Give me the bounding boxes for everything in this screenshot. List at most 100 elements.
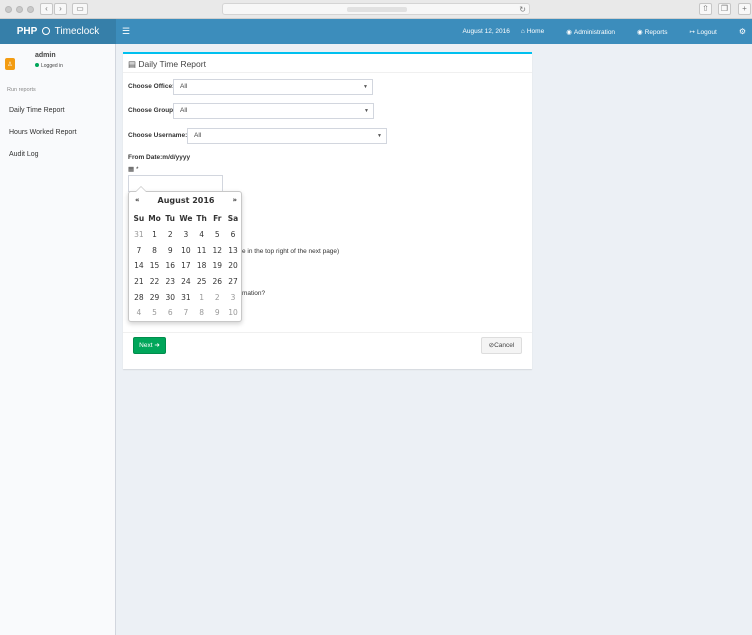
close-window-dot[interactable] bbox=[5, 6, 12, 13]
day-cell[interactable]: 7 bbox=[178, 308, 194, 317]
day-cell[interactable]: 27 bbox=[225, 277, 241, 286]
day-cell[interactable]: 18 bbox=[194, 261, 210, 270]
chevron-down-icon: ▼ bbox=[377, 133, 382, 139]
calendar-icon: ▦ bbox=[128, 166, 135, 173]
reload-icon[interactable]: ↻ bbox=[519, 4, 526, 15]
back-icon[interactable]: ‹ bbox=[40, 3, 53, 15]
day-cell[interactable]: 6 bbox=[225, 230, 241, 239]
nav-home-link[interactable]: ⌂ Home bbox=[521, 28, 555, 35]
day-cell[interactable]: 3 bbox=[178, 230, 194, 239]
datepicker-week-row: 7 8 9 10 11 12 13 bbox=[131, 242, 241, 258]
day-cell[interactable]: 5 bbox=[209, 230, 225, 239]
from-date-label: From Date:m/d/yyyy bbox=[128, 154, 191, 161]
sidebar-toggle-icon[interactable]: ▭ bbox=[72, 3, 88, 15]
current-date: August 12, 2016 bbox=[462, 28, 510, 35]
day-cell[interactable]: 11 bbox=[194, 246, 210, 255]
day-cell[interactable]: 10 bbox=[225, 308, 241, 317]
partial-question-text: mation? bbox=[242, 290, 266, 297]
day-cell[interactable]: 29 bbox=[147, 293, 163, 302]
from-date-required: ▦ * bbox=[128, 165, 139, 173]
cancel-button[interactable]: ⊘Cancel bbox=[481, 337, 522, 354]
title-divider bbox=[123, 72, 532, 73]
nav-logout-link[interactable]: ↦ Logout bbox=[689, 28, 727, 36]
day-cell[interactable]: 31 bbox=[178, 293, 194, 302]
day-cell[interactable]: 25 bbox=[194, 277, 210, 286]
weekday-header: Mo bbox=[148, 214, 161, 224]
day-cell[interactable]: 1 bbox=[194, 293, 210, 302]
next-label: Next bbox=[139, 342, 153, 349]
day-cell[interactable]: 30 bbox=[162, 293, 178, 302]
day-cell[interactable]: 2 bbox=[209, 293, 225, 302]
weekday-header: Su bbox=[133, 214, 145, 224]
day-cell[interactable]: 7 bbox=[131, 246, 147, 255]
user-avatar-icon: ♙ bbox=[5, 58, 15, 70]
nav-reports-label: Reports bbox=[644, 28, 668, 36]
day-cell[interactable]: 23 bbox=[162, 277, 178, 286]
day-cell[interactable]: 8 bbox=[194, 308, 210, 317]
nav-reports-link[interactable]: ◉ Reports bbox=[637, 28, 678, 36]
day-cell[interactable]: 13 bbox=[225, 246, 241, 255]
day-cell[interactable]: 8 bbox=[147, 246, 163, 255]
day-cell[interactable]: 6 bbox=[162, 308, 178, 317]
nav-home-label: Home bbox=[526, 28, 545, 35]
day-cell[interactable]: 28 bbox=[131, 293, 147, 302]
office-select[interactable]: All ▼ bbox=[173, 79, 373, 95]
day-cell[interactable]: 24 bbox=[178, 277, 194, 286]
day-cell[interactable]: 21 bbox=[131, 277, 147, 286]
zoom-window-dot[interactable] bbox=[27, 6, 34, 13]
weekday-header: Tu bbox=[165, 214, 176, 224]
next-month-button[interactable]: » bbox=[232, 196, 237, 204]
day-cell[interactable]: 9 bbox=[209, 308, 225, 317]
office-select-value: All bbox=[180, 83, 188, 90]
page-title-text: Daily Time Report bbox=[138, 59, 206, 69]
next-button[interactable]: Next ➜ bbox=[133, 337, 166, 354]
app-logo[interactable]: PHP Timeclock bbox=[0, 19, 116, 44]
minimize-window-dot[interactable] bbox=[16, 6, 23, 13]
address-bar[interactable]: ↻ bbox=[222, 3, 530, 15]
username-select-value: All bbox=[194, 132, 202, 139]
weekday-header: Fr bbox=[213, 214, 222, 224]
day-cell[interactable]: 26 bbox=[209, 277, 225, 286]
day-cell[interactable]: 20 bbox=[225, 261, 241, 270]
day-cell[interactable]: 9 bbox=[162, 246, 178, 255]
day-cell[interactable]: 15 bbox=[147, 261, 163, 270]
day-cell[interactable]: 19 bbox=[209, 261, 225, 270]
nav-logout-label: Logout bbox=[696, 28, 717, 36]
arrow-right-icon: ➜ bbox=[154, 342, 160, 349]
weekday-header: Th bbox=[196, 214, 207, 224]
nav-administration-link[interactable]: ◉ Administration bbox=[566, 28, 626, 36]
day-cell[interactable]: 12 bbox=[209, 246, 225, 255]
day-cell[interactable]: 4 bbox=[131, 308, 147, 317]
share-icon[interactable]: ⇧ bbox=[699, 3, 712, 15]
settings-gears-icon[interactable]: ⚙ bbox=[739, 27, 746, 36]
sidebar-item-daily-time-report[interactable]: Daily Time Report bbox=[9, 107, 65, 114]
day-cell[interactable]: 10 bbox=[178, 246, 194, 255]
sidebar-item-hours-worked-report[interactable]: Hours Worked Report bbox=[9, 129, 77, 136]
day-cell[interactable]: 17 bbox=[178, 261, 194, 270]
day-cell[interactable]: 4 bbox=[194, 230, 210, 239]
hamburger-menu-icon[interactable]: ☰ bbox=[122, 19, 130, 44]
group-select[interactable]: All ▼ bbox=[173, 103, 374, 119]
datepicker-header: « August 2016 » bbox=[129, 196, 243, 208]
username-select[interactable]: All ▼ bbox=[187, 128, 387, 144]
datepicker-weekday-row: Su Mo Tu We Th Fr Sa bbox=[131, 211, 241, 227]
day-cell[interactable]: 5 bbox=[147, 308, 163, 317]
day-cell[interactable]: 3 bbox=[225, 293, 241, 302]
nav-administration-label: Administration bbox=[573, 28, 616, 36]
forward-icon[interactable]: › bbox=[54, 3, 67, 15]
username-label: Choose Username: bbox=[128, 132, 188, 139]
new-tab-icon[interactable]: + bbox=[738, 3, 751, 15]
globe-icon: ◉ bbox=[637, 28, 643, 36]
browser-toolbar: ‹ › ▭ ↻ ⇧ ❐ + bbox=[0, 0, 752, 19]
sidebar-item-audit-log[interactable]: Audit Log bbox=[9, 151, 39, 158]
day-cell[interactable]: 2 bbox=[162, 230, 178, 239]
day-cell[interactable]: 14 bbox=[131, 261, 147, 270]
footer-divider bbox=[123, 332, 532, 333]
datepicker-month-title[interactable]: August 2016 bbox=[129, 196, 243, 205]
day-cell[interactable]: 22 bbox=[147, 277, 163, 286]
day-cell[interactable]: 16 bbox=[162, 261, 178, 270]
day-cell[interactable]: 31 bbox=[131, 230, 147, 239]
weekday-header: Sa bbox=[227, 214, 239, 224]
tabs-icon[interactable]: ❐ bbox=[718, 3, 731, 15]
day-cell[interactable]: 1 bbox=[147, 230, 163, 239]
